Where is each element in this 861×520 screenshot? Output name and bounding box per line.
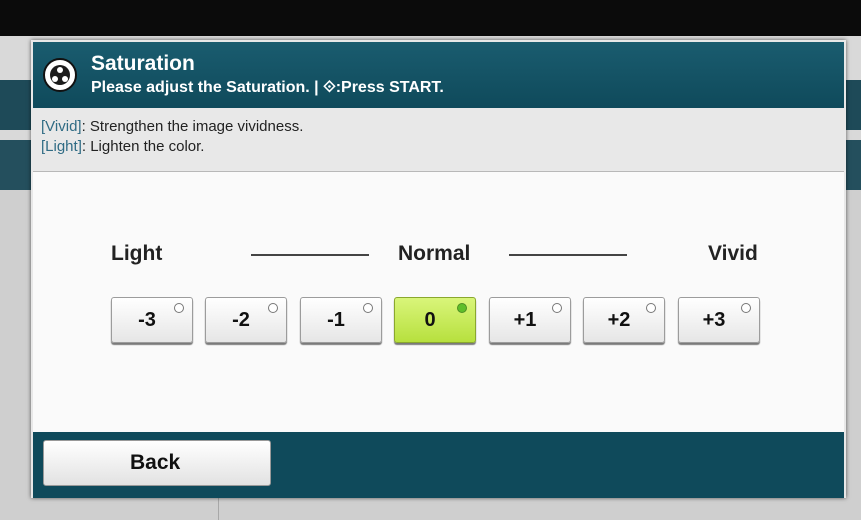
option-label: -3 [138, 309, 156, 331]
vivid-description: : Strengthen the image vividness. [81, 118, 304, 135]
scale-label-vivid: Vivid [708, 242, 758, 265]
saturation-option-minus2[interactable]: -2 [205, 297, 287, 343]
light-description: : Lighten the color. [81, 138, 205, 155]
scale-line-right [509, 254, 627, 256]
saturation-option-plus3[interactable]: +3 [678, 297, 760, 343]
vivid-tag: [Vivid] [41, 118, 82, 135]
description-vivid: [Vivid]: Strengthen the image vividness. [41, 118, 303, 135]
option-label: +1 [513, 309, 537, 331]
dialog-title-bar: Saturation Please adjust the Saturation.… [33, 42, 844, 108]
saturation-dialog: Saturation Please adjust the Saturation.… [31, 40, 846, 498]
background-top-bar [0, 0, 861, 36]
scale-label-normal: Normal [398, 242, 471, 265]
scale-label-light: Light [111, 242, 163, 265]
saturation-option-0[interactable]: 0 [394, 297, 476, 343]
radio-indicator-icon [552, 303, 562, 313]
radio-indicator-icon [741, 303, 751, 313]
option-label: 0 [424, 309, 436, 331]
option-label: +3 [702, 309, 726, 331]
radio-indicator-icon [646, 303, 656, 313]
light-tag: [Light] [41, 138, 82, 155]
dialog-subtitle: Please adjust the Saturation. | ⟐:Press … [91, 79, 444, 96]
option-label: -2 [232, 309, 250, 331]
saturation-option-plus1[interactable]: +1 [489, 297, 571, 343]
description-panel: [Vivid]: Strengthen the image vividness.… [33, 108, 844, 172]
scale-line-left [251, 254, 369, 256]
saturation-option-minus1[interactable]: -1 [300, 297, 382, 343]
description-light: [Light]: Lighten the color. [41, 138, 204, 155]
back-button[interactable]: Back [43, 440, 271, 486]
saturation-option-minus3[interactable]: -3 [111, 297, 193, 343]
dialog-title: Saturation [91, 52, 195, 75]
radio-indicator-icon [174, 303, 184, 313]
radio-indicator-icon [363, 303, 373, 313]
option-label: -1 [327, 309, 345, 331]
color-wheel-icon [43, 58, 77, 92]
saturation-scale-area: Light Normal Vivid -3 -2 -1 0 +1 +2 +3 [33, 172, 844, 432]
option-label: +2 [607, 309, 631, 331]
saturation-option-plus2[interactable]: +2 [583, 297, 665, 343]
radio-indicator-icon [268, 303, 278, 313]
dialog-footer: Back [33, 432, 844, 498]
radio-indicator-icon [457, 303, 467, 313]
